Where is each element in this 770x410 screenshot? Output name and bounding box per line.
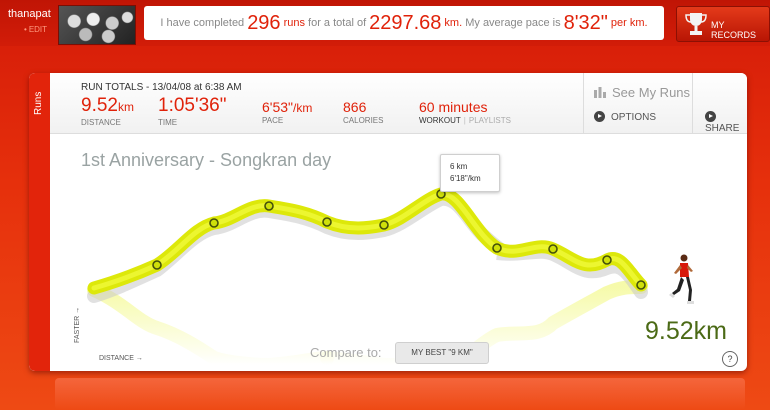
average-pace-value: 8'32" [563, 11, 608, 34]
help-button[interactable]: ? [722, 351, 738, 367]
edit-profile-link[interactable]: EDIT [24, 25, 47, 34]
summary-prefix: I have completed [160, 17, 245, 29]
summary-mid: for a total of [308, 17, 367, 29]
run-detail-panel: Runs RUN TOTALS - 13/04/08 at 6:38 AM 9.… [29, 73, 747, 371]
my-records-button[interactable]: MY RECORDS [676, 6, 770, 42]
km-marker-2[interactable] [209, 218, 219, 228]
distance-axis-label: DISTANCE → [99, 355, 143, 362]
trophy-icon [685, 13, 707, 35]
compare-to-label: Compare to: [310, 345, 382, 360]
runner-icon [669, 254, 694, 304]
km-marker-9[interactable] [602, 255, 612, 265]
total-distance-unit: km. [444, 17, 463, 29]
km-marker-5[interactable] [379, 220, 389, 230]
km-marker-1[interactable] [152, 260, 162, 270]
total-runs-value: 296 [247, 11, 281, 34]
my-records-label: MY RECORDS [711, 20, 757, 40]
km-tooltip: 6 km 6'18"/km [440, 154, 500, 192]
tooltip-distance: 6 km [450, 162, 468, 171]
km-marker-3[interactable] [264, 201, 274, 211]
average-pace-unit: per km. [610, 17, 648, 29]
compare-to-select[interactable]: MY BEST "9 KM" [395, 342, 489, 364]
lifetime-summary: I have completed 296 runs for a total of… [144, 6, 664, 40]
km-marker-end[interactable] [636, 280, 646, 290]
km-marker-4[interactable] [322, 217, 332, 227]
username: thanapat [8, 8, 51, 20]
panel-reflection [55, 378, 745, 410]
total-runs-unit: runs [283, 17, 305, 29]
route-line[interactable] [87, 187, 648, 295]
run-distance-display: 9.52km [645, 317, 727, 345]
summary-pace-prefix: My average pace is [465, 17, 561, 29]
faster-axis-label: FASTER → [74, 306, 81, 343]
km-marker-7[interactable] [492, 243, 502, 253]
top-bar: thanapat EDIT I have completed 296 runs … [0, 0, 770, 46]
route-reflection [87, 283, 334, 371]
total-distance-value: 2297.68 [369, 11, 442, 34]
tooltip-pace: 6'18"/km [450, 174, 481, 183]
avatar[interactable] [58, 5, 136, 45]
km-marker-8[interactable] [548, 244, 558, 254]
pace-graph[interactable] [29, 73, 747, 371]
